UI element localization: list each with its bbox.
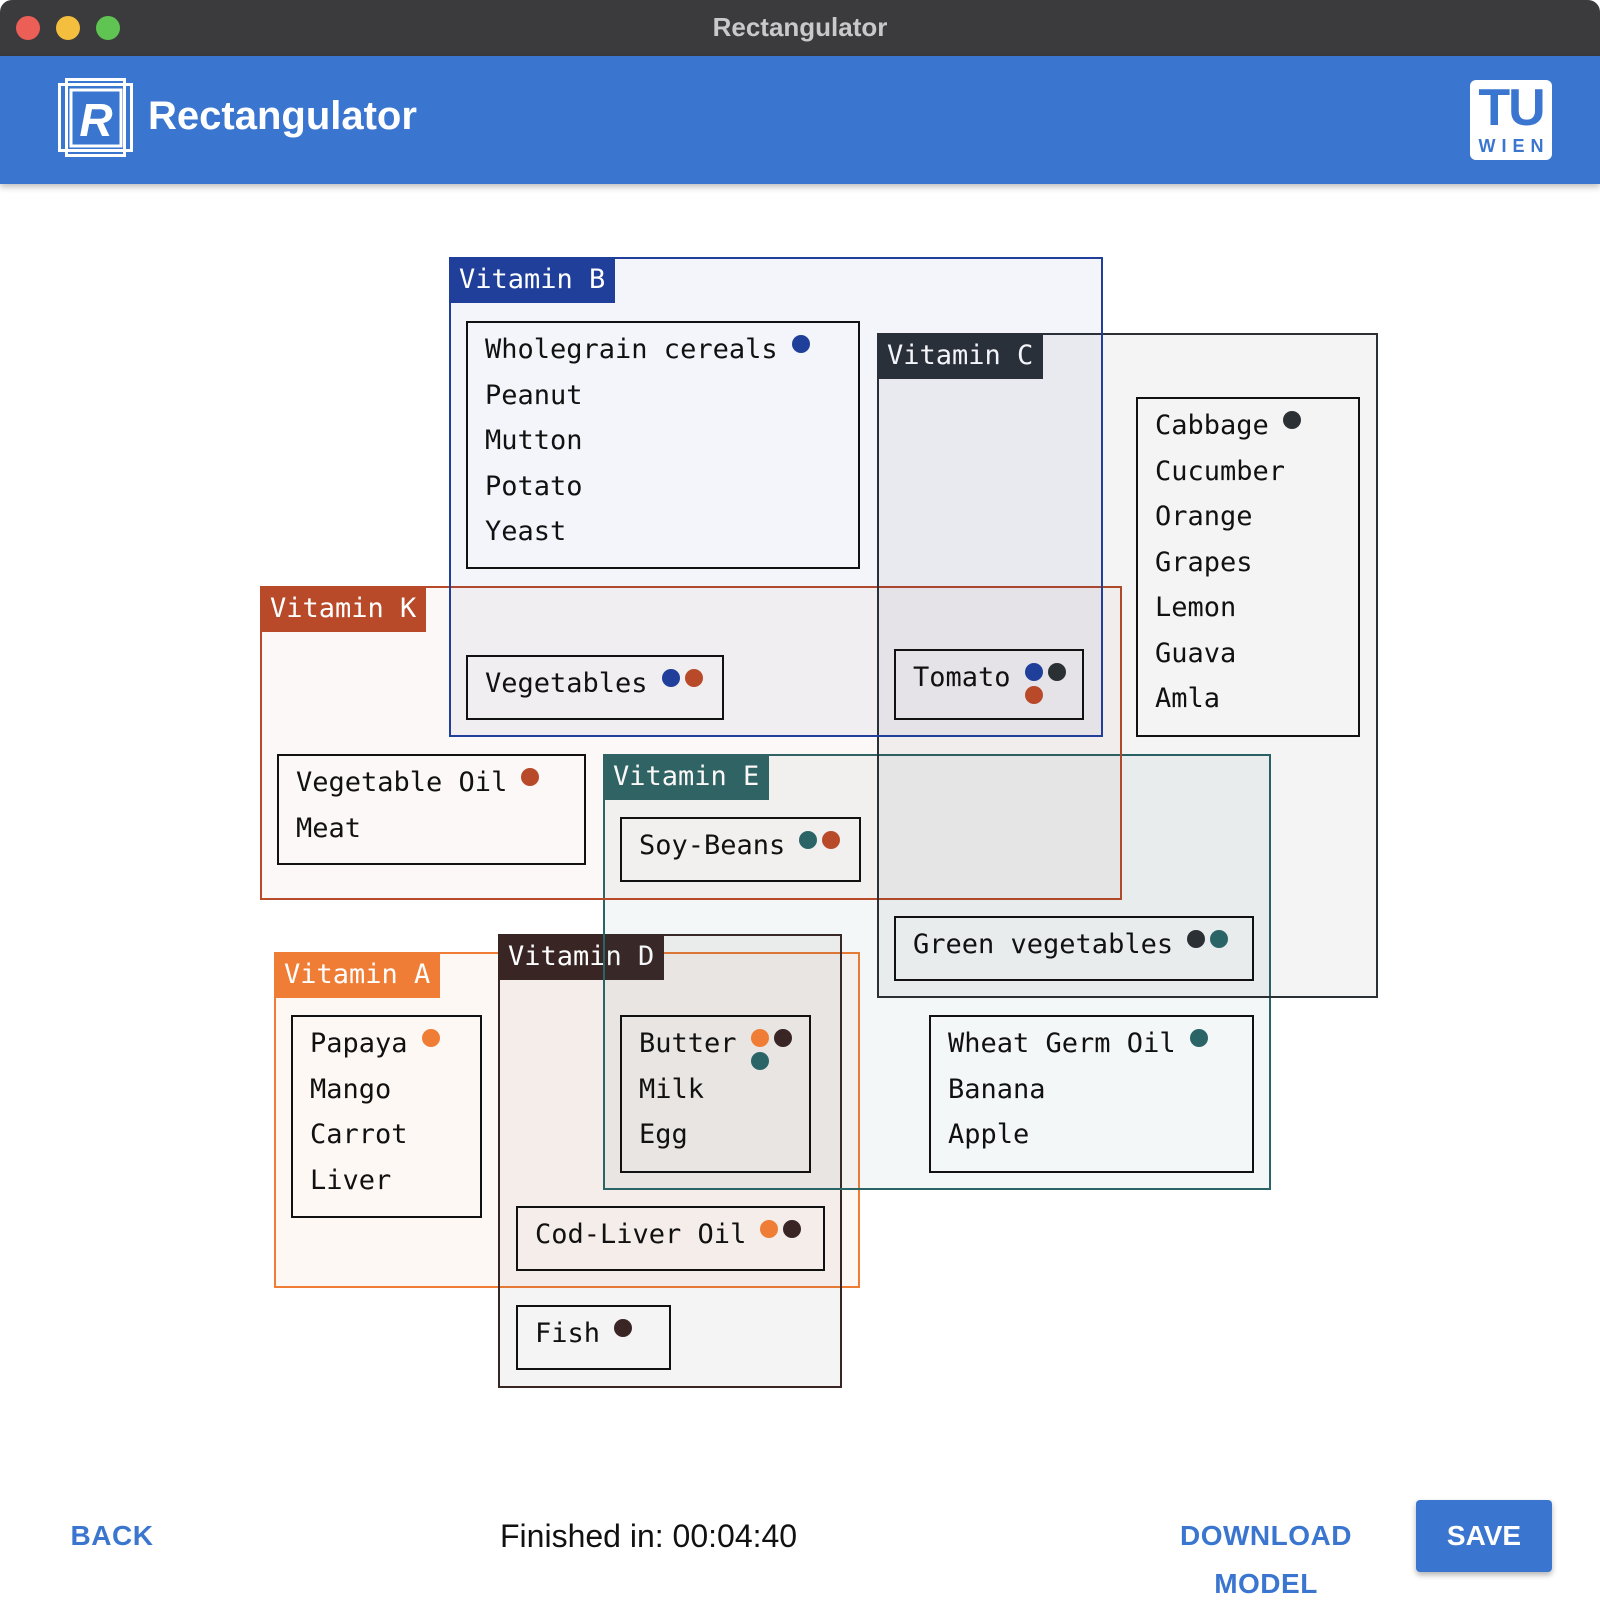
tu-logo-main: TU: [1478, 79, 1545, 137]
timer-label: Finished in:: [500, 1518, 664, 1554]
back-button[interactable]: BACK: [60, 1512, 164, 1560]
item-text: Peanut: [485, 379, 583, 411]
item-text: Mango: [310, 1073, 392, 1105]
timer-value: 00:04:40: [672, 1518, 798, 1554]
item-text: Grapes: [1155, 546, 1253, 578]
logo-letter: R: [79, 94, 112, 146]
set-membership-dot: [1047, 663, 1066, 681]
item-text: Lemon: [1155, 592, 1237, 623]
rectangulator-logo-icon: R: [58, 78, 133, 157]
item-group-green-vegetables[interactable]: Green vegetables: [894, 916, 1254, 981]
set-label-vitamin-b: Vitamin B: [449, 257, 616, 303]
item-group-vitamin-a-only[interactable]: Papaya Mango Carrot Liver: [291, 1015, 482, 1218]
app-header: R Rectangulator TU WIEN: [0, 56, 1600, 184]
window-title: Rectangulator: [712, 12, 888, 42]
item-text: Liver: [310, 1164, 392, 1196]
item-text: Cucumber: [1155, 455, 1286, 487]
item-text: Amla: [1155, 683, 1221, 714]
item-text: Milk: [639, 1073, 705, 1105]
item-list: Cabbage Cucumber Orange Grapes Lemon Guava Aml…: [1155, 403, 1358, 722]
item-group-soy-beans[interactable]: Soy-Beans: [620, 817, 861, 882]
set-membership-dot: [773, 1029, 792, 1047]
set-membership-dot: [661, 669, 680, 687]
item-text: Banana: [948, 1073, 1046, 1105]
download-model-button[interactable]: DOWNLOAD MODEL: [1128, 1512, 1404, 1599]
tu-wien-logo: TU WIEN: [1470, 80, 1552, 160]
item-list: Fish: [535, 1311, 669, 1357]
set-label-vitamin-a: Vitamin A: [274, 952, 441, 998]
item-text: Cabbage: [1155, 410, 1269, 441]
item-text: Carrot: [310, 1119, 408, 1150]
item-text: Vegetable Oil: [296, 767, 508, 798]
item-text: Egg: [639, 1119, 688, 1150]
set-label-vitamin-k: Vitamin K: [260, 586, 427, 632]
set-membership-dot: [1210, 930, 1228, 948]
item-text: Yeast: [485, 516, 567, 547]
set-membership-dot: [1024, 686, 1043, 704]
item-list: Vegetable Oil Meat: [296, 760, 584, 851]
set-membership-dot: [1282, 411, 1301, 429]
set-membership-dot: [421, 1029, 440, 1047]
set-membership-dot: [750, 1029, 769, 1047]
item-group-vitamin-b-only[interactable]: Wholegrain cereals Peanut Mutton Potato Yeas…: [466, 321, 860, 569]
item-text: Cod-Liver Oil: [535, 1219, 747, 1250]
app-title: Rectangulator: [148, 94, 417, 138]
item-text: Orange: [1155, 501, 1253, 532]
item-group-fish[interactable]: Fish: [516, 1305, 671, 1370]
item-text: Fish: [535, 1318, 601, 1349]
item-group-vegetables[interactable]: Vegetables: [466, 655, 724, 720]
item-text: Apple: [948, 1119, 1030, 1150]
item-group-cod-liver-oil[interactable]: Cod-Liver Oil: [516, 1206, 825, 1271]
finish-timer: Finished in: 00:04:40: [450, 1512, 900, 1560]
item-group-vitamin-e-only[interactable]: Wheat Germ Oil Banana Apple: [929, 1015, 1254, 1173]
set-membership-dot: [684, 669, 703, 687]
item-group-tomato[interactable]: Tomato: [894, 649, 1084, 720]
item-text: Meat: [296, 812, 362, 844]
set-membership-dot: [750, 1052, 769, 1070]
item-group-butter-milk-egg[interactable]: Butter Milk Egg: [620, 1015, 811, 1173]
item-list: Cod-Liver Oil: [535, 1212, 823, 1258]
item-text: Wheat Germ Oil: [948, 1028, 1176, 1059]
set-membership-dot: [1024, 663, 1043, 681]
set-membership-dot: [791, 335, 810, 353]
save-button[interactable]: SAVE: [1416, 1500, 1552, 1572]
item-text: Mutton: [485, 425, 583, 456]
set-membership-dot: [1189, 1029, 1208, 1047]
window-title-bar: Rectangulator: [0, 0, 1600, 56]
item-group-vitamin-c-only[interactable]: Cabbage Cucumber Orange Grapes Lemon Guava Aml…: [1136, 397, 1360, 737]
set-membership-dot: [614, 1319, 632, 1337]
item-list: Papaya Mango Carrot Liver: [310, 1021, 480, 1203]
tu-logo-sub: WIEN: [1478, 136, 1550, 156]
item-text: Potato: [485, 470, 583, 502]
set-membership-dot: [1187, 930, 1205, 948]
item-text: Papaya: [310, 1028, 408, 1059]
item-group-vitamin-k-only[interactable]: Vegetable Oil Meat: [277, 754, 586, 865]
item-list: Wholegrain cereals Peanut Mutton Potato Yeas…: [485, 327, 858, 555]
item-text: Guava: [1155, 637, 1237, 669]
